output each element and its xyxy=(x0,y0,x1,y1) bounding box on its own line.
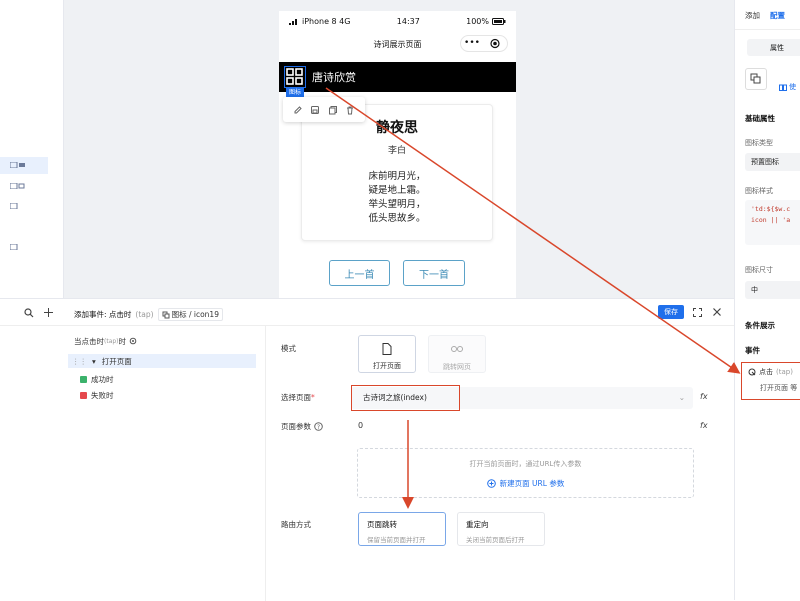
annotation-arrows xyxy=(325,87,741,509)
annotation-arrow-icon-to-event xyxy=(325,87,741,374)
